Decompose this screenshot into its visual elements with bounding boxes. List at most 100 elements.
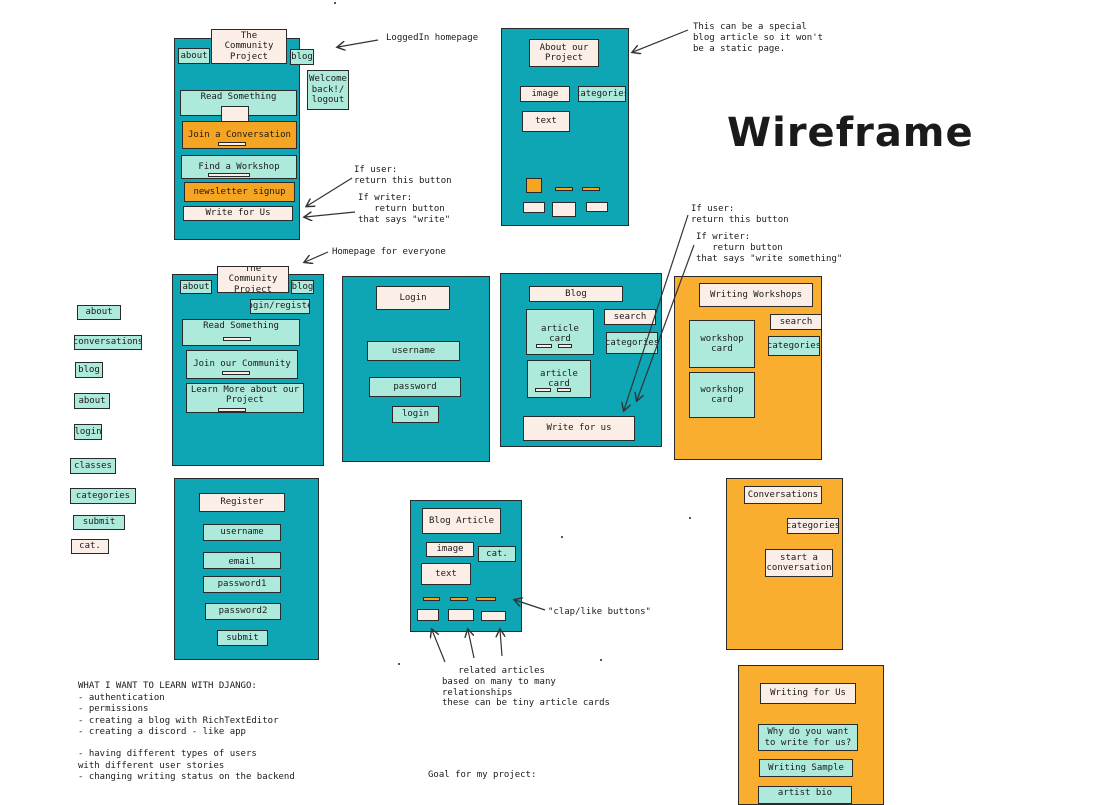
conversations-categories-box[interactable]: categories bbox=[787, 518, 839, 534]
note-if-user-2: If user: return this button bbox=[691, 204, 789, 225]
about-bar-1 bbox=[555, 187, 573, 191]
legend-classes: classes bbox=[70, 458, 116, 474]
article-card-2-bar-b bbox=[557, 388, 571, 392]
stray-dot bbox=[689, 517, 691, 519]
login-register-link[interactable]: login/register bbox=[250, 299, 310, 314]
why-write-field[interactable]: Why do you want to write for us? bbox=[758, 724, 858, 751]
start-conversation-button[interactable]: start a conversation bbox=[765, 549, 833, 577]
about-related-2[interactable] bbox=[552, 202, 576, 217]
workshop-card-2[interactable]: workshop card bbox=[689, 372, 755, 418]
workshop-card-1[interactable]: workshop card bbox=[689, 320, 755, 368]
about-bar-2 bbox=[582, 187, 600, 191]
article-card-1[interactable]: article card bbox=[526, 309, 594, 355]
arrow-special bbox=[633, 29, 689, 52]
arrow-related-2 bbox=[468, 630, 475, 659]
stray-dot bbox=[334, 2, 336, 4]
arrow-related-1 bbox=[432, 630, 446, 663]
workshop-bar bbox=[208, 173, 250, 177]
about-text-box: text bbox=[522, 111, 570, 132]
artist-bio-field[interactable]: artist bio bbox=[758, 786, 852, 804]
public-blog-link[interactable]: blog bbox=[291, 280, 314, 294]
article-cat-box[interactable]: cat. bbox=[478, 546, 516, 562]
legend-cat: cat. bbox=[71, 539, 109, 554]
legend-blog: blog bbox=[75, 362, 103, 378]
join-bar bbox=[218, 142, 246, 146]
legend-categories: categories bbox=[70, 488, 136, 504]
note-if-writer-2: If writer: return button that says "writ… bbox=[696, 232, 843, 264]
writing-sample-field[interactable]: Writing Sample bbox=[759, 759, 853, 777]
public-read-something[interactable]: Read Something bbox=[182, 319, 300, 346]
about-link[interactable]: about bbox=[178, 48, 210, 64]
workshops-search-field[interactable]: search bbox=[770, 314, 822, 330]
note-if-user-1: If user: return this button bbox=[354, 165, 452, 186]
arrow-related-3 bbox=[500, 630, 502, 657]
blog-title-box: Blog bbox=[529, 286, 623, 302]
note-special-article: This can be a special blog article so it… bbox=[693, 22, 824, 54]
register-email-field[interactable]: email bbox=[203, 552, 281, 569]
legend-conversations: conversations bbox=[74, 335, 142, 350]
clap-button-2[interactable] bbox=[450, 597, 468, 601]
learn-list: - authentication - permissions - creatin… bbox=[78, 693, 295, 782]
stray-dot bbox=[561, 536, 563, 538]
conversations-title-box: Conversations bbox=[744, 486, 822, 504]
public-read-bar bbox=[223, 337, 251, 341]
article-text-box: text bbox=[421, 563, 471, 585]
legend-about-2: about bbox=[74, 393, 110, 409]
register-password1-field[interactable]: password1 bbox=[203, 576, 281, 593]
learn-more-bar bbox=[218, 408, 246, 412]
note-homepage-everyone: Homepage for everyone bbox=[332, 247, 446, 257]
register-submit-button[interactable]: submit bbox=[217, 630, 268, 646]
arrow-logged-in bbox=[338, 39, 379, 47]
register-title-box: Register bbox=[199, 493, 285, 512]
login-button[interactable]: login bbox=[392, 406, 439, 423]
article-title-box: Blog Article bbox=[422, 508, 501, 534]
legend-login: login bbox=[74, 424, 102, 440]
about-related-1[interactable] bbox=[523, 202, 545, 213]
about-like-button[interactable] bbox=[526, 178, 542, 193]
about-image-box: image bbox=[520, 86, 570, 102]
login-username-field[interactable]: username bbox=[367, 341, 460, 361]
blog-link[interactable]: blog bbox=[290, 49, 314, 65]
read-something-image bbox=[221, 106, 249, 122]
stray-dot bbox=[600, 659, 602, 661]
about-related-3[interactable] bbox=[586, 202, 608, 212]
blog-search-field[interactable]: search bbox=[604, 309, 656, 325]
article-image-box: image bbox=[426, 542, 474, 557]
arrow-if-writer-1 bbox=[305, 211, 356, 217]
welcome-logout-box[interactable]: Welcome back!/ logout bbox=[307, 70, 349, 110]
clap-button-3[interactable] bbox=[476, 597, 496, 601]
note-if-writer-1: If writer: return button that says "writ… bbox=[358, 193, 451, 225]
stray-dot bbox=[398, 663, 400, 665]
join-community-bar bbox=[222, 371, 250, 375]
wireframe-title: Wireframe bbox=[727, 110, 974, 156]
clap-button-1[interactable] bbox=[423, 597, 440, 601]
write-for-us-button[interactable]: Write for Us bbox=[183, 206, 293, 221]
about-title-box: About our Project bbox=[529, 39, 599, 67]
write-title-box: Writing for Us bbox=[760, 683, 856, 704]
register-username-field[interactable]: username bbox=[203, 524, 281, 541]
blog-write-for-us-button[interactable]: Write for us bbox=[523, 416, 635, 441]
arrow-if-user-1 bbox=[307, 177, 353, 206]
article-card-2-bar-a bbox=[535, 388, 551, 392]
arrow-homepage-everyone bbox=[305, 251, 329, 262]
related-article-1[interactable] bbox=[417, 609, 439, 621]
newsletter-signup-button[interactable]: newsletter signup bbox=[184, 182, 295, 202]
article-card-1-bar-b bbox=[558, 344, 572, 348]
public-about-link[interactable]: about bbox=[180, 280, 212, 294]
home-title-box: The Community Project bbox=[211, 29, 287, 64]
workshops-categories-box[interactable]: categories bbox=[768, 336, 820, 356]
article-card-2[interactable]: article card bbox=[527, 360, 591, 398]
login-password-field[interactable]: password bbox=[369, 377, 461, 397]
goal-heading: Goal for my project: bbox=[428, 770, 537, 780]
note-related-articles: related articles based on many to many r… bbox=[442, 666, 610, 709]
public-title-box: The Community Project bbox=[217, 266, 289, 293]
about-categories-box[interactable]: categories bbox=[578, 86, 626, 102]
related-article-2[interactable] bbox=[448, 609, 474, 621]
workshops-title-box: Writing Workshops bbox=[699, 283, 813, 307]
blog-categories-box[interactable]: categories bbox=[606, 332, 658, 354]
register-password2-field[interactable]: password2 bbox=[205, 603, 281, 620]
login-title-box: Login bbox=[376, 286, 450, 310]
related-article-3[interactable] bbox=[481, 611, 506, 621]
legend-submit: submit bbox=[73, 515, 125, 530]
note-clap-buttons: "clap/like buttons" bbox=[548, 607, 651, 617]
